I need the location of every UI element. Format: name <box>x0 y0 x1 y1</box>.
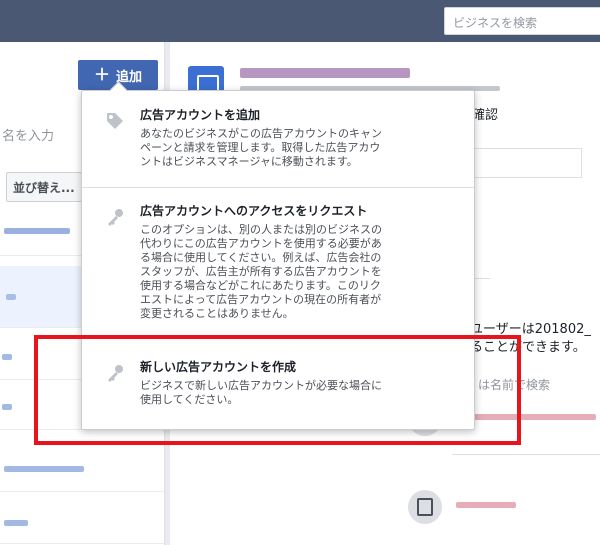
confirm-text: 確認 <box>472 108 499 123</box>
plus-icon: ＋ <box>93 65 110 84</box>
desc-line: 使用する場合などがこれにあたります。このリク <box>140 279 381 292</box>
menu-item-desc: このオプションは、別の人または別のビジネスの 代わりにこの広告アカウントを使用す… <box>140 223 456 321</box>
menu-item-desc: あなたのビジネスがこの広告アカウントのキャン ペーンと請求を管理します。取得した… <box>140 127 456 169</box>
divider <box>452 454 600 455</box>
blurred-text <box>6 294 16 300</box>
blurred-user-name <box>456 502 516 508</box>
list-item[interactable] <box>0 506 164 544</box>
filter-input[interactable]: 名を入力 <box>0 118 86 148</box>
menu-item-request-access[interactable]: 広告アカウントへのアクセスをリクエスト このオプションは、別の人または別のビジネ… <box>82 203 474 321</box>
desc-line: エストによって広告アカウントの現在の所有者が <box>140 293 382 306</box>
menu-divider <box>82 187 474 188</box>
desc-line: 変更されることはありません。 <box>140 307 294 320</box>
desc-line: あなたのビジネスがこの広告アカウントのキャン <box>140 127 382 140</box>
blurred-text <box>2 404 12 410</box>
blurred-text <box>4 466 84 472</box>
blurred-account-name <box>240 68 410 78</box>
sort-button[interactable]: 並び替え... <box>6 172 82 202</box>
key-icon <box>104 207 126 229</box>
add-button-label: 追加 <box>116 69 143 85</box>
desc-line: ペーンと請求を管理します。取得した広告アカウ <box>140 141 381 154</box>
blurred-text <box>2 354 12 360</box>
desc-line: る場合に使用してください。例えば、広告会社の <box>140 251 382 264</box>
desc-line: ントはビジネスマネージャに移動されます。 <box>140 155 358 168</box>
blurred-text <box>4 520 28 526</box>
blurred-text <box>4 228 70 234</box>
desc-line: スタッフが、広告主が所有する広告アカウントを <box>140 265 382 278</box>
menu-item-add-ad-account[interactable]: 広告アカウントを追加 あなたのビジネスがこの広告アカウントのキャン ペーンと請求… <box>82 107 474 169</box>
tag-icon <box>104 111 126 133</box>
desc-line: このオプションは、別の人または別のビジネスの <box>140 223 382 236</box>
menu-item-title: 広告アカウントを追加 <box>140 108 261 122</box>
list-item[interactable] <box>0 454 164 492</box>
avatar <box>408 490 442 524</box>
menu-item-title: 広告アカウントへのアクセスをリクエスト <box>140 204 368 218</box>
business-search-input[interactable]: ビジネスを検索 <box>444 7 600 35</box>
top-bar: ビジネスを検索 <box>0 0 600 42</box>
desc-line: 代わりにこの広告アカウントを使用する必要があ <box>140 237 382 250</box>
highlight-box <box>34 335 521 445</box>
detail-box <box>470 148 582 178</box>
